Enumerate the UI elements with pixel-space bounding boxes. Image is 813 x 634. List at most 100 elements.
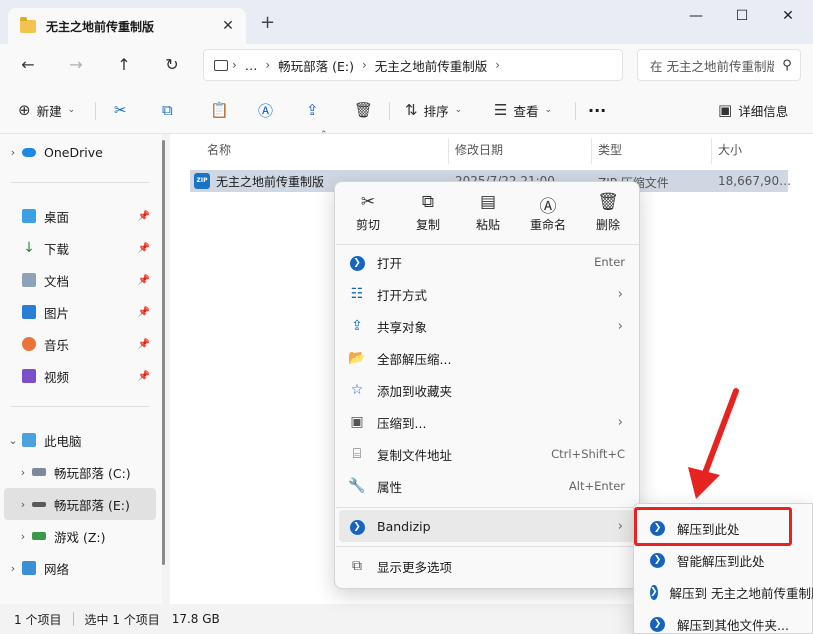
- sidebar-item-label: OneDrive: [44, 144, 103, 160]
- chevron-down-icon[interactable]: ⌄: [4, 434, 22, 447]
- up-button[interactable]: ↑: [112, 54, 136, 76]
- copy-button[interactable]: ⧉: [162, 98, 179, 122]
- sort-icon: ⇅: [405, 101, 418, 119]
- menu-item-extract-all[interactable]: 📂 全部解压缩...: [339, 342, 637, 374]
- submenu-item-smart-extract[interactable]: ❯ 智能解压到此处: [642, 544, 813, 576]
- sidebar-scrollbar[interactable]: [162, 140, 165, 565]
- column-header-name[interactable]: 名称: [207, 141, 231, 158]
- network-icon: [22, 561, 36, 575]
- cut-button[interactable]: ✂: [114, 98, 133, 122]
- sidebar-item-drive-e[interactable]: › 畅玩部落 (E:): [4, 488, 156, 520]
- more-button[interactable]: ···: [588, 98, 606, 122]
- sort-caret-icon: ⌃: [320, 130, 328, 140]
- sidebar-item-pictures[interactable]: 图片 📌: [4, 296, 156, 328]
- pin-icon[interactable]: 📌: [138, 339, 150, 350]
- chevron-down-icon: ⌄: [454, 105, 463, 115]
- chevron-right-icon[interactable]: ›: [4, 146, 22, 159]
- pin-icon[interactable]: 📌: [138, 211, 150, 222]
- paste-button[interactable]: 📋: [210, 98, 235, 122]
- menu-item-label: 全部解压缩...: [377, 351, 452, 367]
- paste-icon: ▤: [479, 192, 497, 212]
- sort-button[interactable]: ⇅ 排序 ⌄: [405, 98, 462, 122]
- refresh-button[interactable]: ↻: [160, 54, 184, 76]
- cut-action[interactable]: ✂ 剪切: [342, 192, 394, 233]
- sidebar-item-label: 游戏 (Z:): [54, 529, 106, 545]
- column-divider[interactable]: [591, 138, 592, 164]
- rename-icon: Ⓐ: [258, 101, 274, 120]
- menu-shortcut: Alt+Enter: [568, 479, 625, 493]
- bandizip-icon: ❯: [650, 552, 665, 568]
- menu-item-bandizip[interactable]: ❯ Bandizip ›: [339, 510, 637, 542]
- new-button[interactable]: ⊕ 新建 ⌄: [18, 98, 75, 122]
- sidebar-item-label: 文档: [44, 273, 70, 289]
- menu-item-add-favorites[interactable]: ☆ 添加到收藏夹: [339, 374, 637, 406]
- menu-item-label: 打开: [377, 255, 403, 271]
- view-button[interactable]: ☰ 查看 ⌄: [494, 98, 552, 122]
- forward-button[interactable]: →: [64, 54, 88, 76]
- pin-icon[interactable]: 📌: [138, 243, 150, 254]
- share-button[interactable]: ⇪: [306, 98, 325, 122]
- breadcrumb-folder[interactable]: 无主之地前传重制版: [375, 56, 488, 75]
- chevron-right-icon: ›: [361, 58, 367, 72]
- sidebar-item-music[interactable]: 音乐 📌: [4, 328, 156, 360]
- new-tab-button[interactable]: +: [260, 12, 275, 33]
- pin-icon[interactable]: 📌: [138, 275, 150, 286]
- pin-icon[interactable]: 📌: [138, 307, 150, 318]
- details-pane-button[interactable]: ▣ 详细信息: [718, 98, 788, 122]
- sidebar-item-label: 此电脑: [44, 433, 82, 449]
- rename-action[interactable]: Ⓐ 重命名: [522, 192, 574, 233]
- menu-item-open-with[interactable]: ☷ 打开方式 ›: [339, 278, 637, 310]
- sidebar-item-drive-z[interactable]: › 游戏 (Z:): [14, 520, 156, 552]
- delete-action[interactable]: 🗑 删除: [582, 192, 634, 233]
- menu-divider: [336, 507, 640, 508]
- item-count: 1 个项目: [14, 612, 62, 627]
- column-divider[interactable]: [711, 138, 712, 164]
- chevron-right-icon[interactable]: ›: [14, 466, 32, 479]
- paste-action[interactable]: ▤ 粘贴: [462, 192, 514, 233]
- sidebar-item-onedrive[interactable]: › OneDrive: [4, 136, 156, 168]
- submenu-item-extract-other[interactable]: ❯ 解压到其他文件夹...: [642, 608, 813, 634]
- maximize-button[interactable]: ☐: [719, 4, 765, 28]
- tab-close-button[interactable]: ✕: [216, 18, 240, 34]
- tab-current-folder[interactable]: 无主之地前传重制版 ✕: [8, 8, 246, 44]
- paste-icon: 📋: [210, 101, 229, 119]
- details-label: 详细信息: [738, 103, 789, 119]
- sidebar-item-label: 畅玩部落 (E:): [54, 497, 130, 513]
- chevron-right-icon[interactable]: ›: [14, 530, 32, 543]
- delete-button[interactable]: 🗑: [354, 98, 379, 122]
- rename-button[interactable]: Ⓐ: [258, 98, 279, 122]
- breadcrumb-overflow[interactable]: …: [245, 58, 258, 73]
- sidebar-item-drive-c[interactable]: › 畅玩部落 (C:): [14, 456, 156, 488]
- sidebar-item-documents[interactable]: 文档 📌: [4, 264, 156, 296]
- menu-item-compress-to[interactable]: ▣ 压缩到... ›: [339, 406, 637, 438]
- menu-item-share-with[interactable]: ⇪ 共享对象 ›: [339, 310, 637, 342]
- pin-icon[interactable]: 📌: [138, 371, 150, 382]
- submenu-item-extract-to-folder[interactable]: ❯ 解压到 无主之地前传重制版\: [642, 576, 813, 608]
- sidebar-item-network[interactable]: › 网络: [4, 552, 156, 584]
- status-divider: [73, 612, 75, 626]
- cut-label: 剪切: [355, 218, 380, 232]
- sidebar-item-videos[interactable]: 视频 📌: [4, 360, 156, 392]
- chevron-right-icon[interactable]: ›: [4, 562, 22, 575]
- back-button[interactable]: ←: [16, 54, 40, 76]
- column-header-size[interactable]: 大小: [718, 141, 742, 158]
- menu-item-more-options[interactable]: ⧉ 显示更多选项: [339, 550, 637, 582]
- menu-item-copy-path[interactable]: ⌸ 复制文件地址 Ctrl+Shift+C: [339, 438, 637, 470]
- plus-circle-icon: ⊕: [18, 101, 31, 119]
- menu-item-open[interactable]: ❯ 打开 Enter: [339, 246, 637, 278]
- chevron-right-icon[interactable]: ›: [14, 498, 32, 511]
- minimize-button[interactable]: —: [673, 4, 719, 28]
- sidebar-item-downloads[interactable]: ↓ 下载 📌: [4, 232, 156, 264]
- breadcrumb-drive[interactable]: 畅玩部落 (E:): [278, 56, 354, 75]
- search-input[interactable]: 在 无主之地前传重制版 中搜索 ⚲: [637, 49, 801, 81]
- column-divider[interactable]: [448, 138, 449, 164]
- sidebar-item-desktop[interactable]: 桌面 📌: [4, 200, 156, 232]
- address-box[interactable]: › … › 畅玩部落 (E:) › 无主之地前传重制版 ›: [203, 49, 623, 81]
- copy-action[interactable]: ⧉ 复制: [402, 192, 454, 233]
- column-header-modified[interactable]: 修改日期: [455, 141, 503, 158]
- chevron-right-icon: ›: [495, 58, 501, 72]
- menu-item-properties[interactable]: 🔧 属性 Alt+Enter: [339, 470, 637, 502]
- close-window-button[interactable]: ✕: [765, 4, 811, 28]
- column-header-type[interactable]: 类型: [598, 141, 622, 158]
- sidebar-item-this-pc[interactable]: ⌄ 此电脑: [4, 424, 156, 456]
